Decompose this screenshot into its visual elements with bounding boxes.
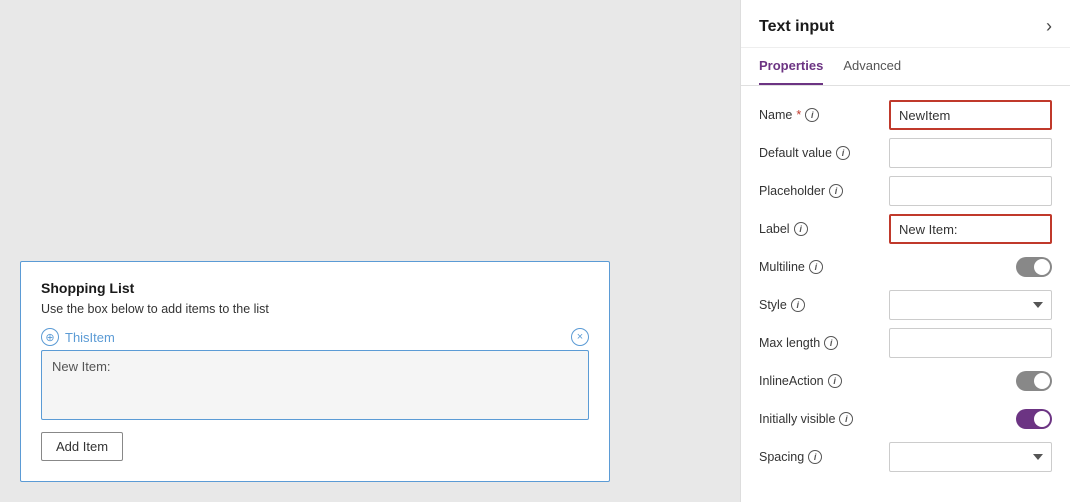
placeholder-info-icon[interactable]: i bbox=[829, 184, 843, 198]
label-value bbox=[889, 214, 1052, 244]
initially-visible-info-icon[interactable]: i bbox=[839, 412, 853, 426]
inline-action-value bbox=[889, 371, 1052, 391]
inline-action-toggle[interactable] bbox=[1016, 371, 1052, 391]
label-info-icon[interactable]: i bbox=[794, 222, 808, 236]
card-subtitle: Use the box below to add items to the li… bbox=[41, 302, 589, 316]
name-row: Name * i bbox=[759, 96, 1052, 134]
default-value-label: Default value i bbox=[759, 146, 889, 160]
label-label: Label i bbox=[759, 222, 889, 236]
add-item-button[interactable]: Add Item bbox=[41, 432, 123, 461]
style-row: Style i bbox=[759, 286, 1052, 324]
spacing-label: Spacing i bbox=[759, 450, 889, 464]
style-value bbox=[889, 290, 1052, 320]
this-item-row: ⊕ ThisItem × bbox=[41, 328, 589, 346]
placeholder-input[interactable] bbox=[889, 176, 1052, 206]
max-length-row: Max length i bbox=[759, 324, 1052, 362]
multiline-toggle[interactable] bbox=[1016, 257, 1052, 277]
name-info-icon[interactable]: i bbox=[805, 108, 819, 122]
tab-properties[interactable]: Properties bbox=[759, 48, 823, 85]
shopping-card: Shopping List Use the box below to add i… bbox=[20, 261, 610, 482]
default-value-input[interactable] bbox=[889, 138, 1052, 168]
initially-visible-label: Initially visible i bbox=[759, 412, 889, 426]
placeholder-value bbox=[889, 176, 1052, 206]
this-item-label: ThisItem bbox=[65, 330, 571, 345]
name-label: Name * i bbox=[759, 108, 889, 122]
text-input-label: New Item: bbox=[52, 359, 111, 374]
label-row: Label i bbox=[759, 210, 1052, 248]
placeholder-row: Placeholder i bbox=[759, 172, 1052, 210]
multiline-value bbox=[889, 257, 1052, 277]
style-info-icon[interactable]: i bbox=[791, 298, 805, 312]
tab-advanced[interactable]: Advanced bbox=[843, 48, 901, 85]
spacing-select[interactable] bbox=[889, 442, 1052, 472]
right-panel: Text input › Properties Advanced Name * … bbox=[740, 0, 1070, 502]
style-label: Style i bbox=[759, 298, 889, 312]
multiline-row: Multiline i bbox=[759, 248, 1052, 286]
tabs-row: Properties Advanced bbox=[741, 48, 1070, 86]
inline-action-row: InlineAction i bbox=[759, 362, 1052, 400]
panel-arrow-icon[interactable]: › bbox=[1046, 16, 1052, 37]
panel-title: Text input bbox=[759, 18, 834, 36]
spacing-value bbox=[889, 442, 1052, 472]
canvas-area: Shopping List Use the box below to add i… bbox=[0, 0, 740, 502]
multiline-label: Multiline i bbox=[759, 260, 889, 274]
initially-visible-toggle[interactable] bbox=[1016, 409, 1052, 429]
default-value-row: Default value i bbox=[759, 134, 1052, 172]
spacing-row: Spacing i bbox=[759, 438, 1052, 476]
move-icon[interactable]: ⊕ bbox=[41, 328, 59, 346]
text-input-box[interactable]: New Item: bbox=[41, 350, 589, 420]
max-length-label: Max length i bbox=[759, 336, 889, 350]
spacing-info-icon[interactable]: i bbox=[808, 450, 822, 464]
max-length-value bbox=[889, 328, 1052, 358]
name-input[interactable] bbox=[889, 100, 1052, 130]
default-value-info-icon[interactable]: i bbox=[836, 146, 850, 160]
panel-header: Text input › bbox=[741, 0, 1070, 48]
initially-visible-value bbox=[889, 409, 1052, 429]
max-length-info-icon[interactable]: i bbox=[824, 336, 838, 350]
close-icon-btn[interactable]: × bbox=[571, 328, 589, 346]
default-value-value bbox=[889, 138, 1052, 168]
label-input[interactable] bbox=[889, 214, 1052, 244]
initially-visible-row: Initially visible i bbox=[759, 400, 1052, 438]
max-length-input[interactable] bbox=[889, 328, 1052, 358]
card-title: Shopping List bbox=[41, 280, 589, 296]
name-value bbox=[889, 100, 1052, 130]
placeholder-label: Placeholder i bbox=[759, 184, 889, 198]
multiline-info-icon[interactable]: i bbox=[809, 260, 823, 274]
style-select[interactable] bbox=[889, 290, 1052, 320]
inline-action-label: InlineAction i bbox=[759, 374, 889, 388]
properties-section: Name * i Default value i Placeholder i bbox=[741, 86, 1070, 502]
inline-action-info-icon[interactable]: i bbox=[828, 374, 842, 388]
